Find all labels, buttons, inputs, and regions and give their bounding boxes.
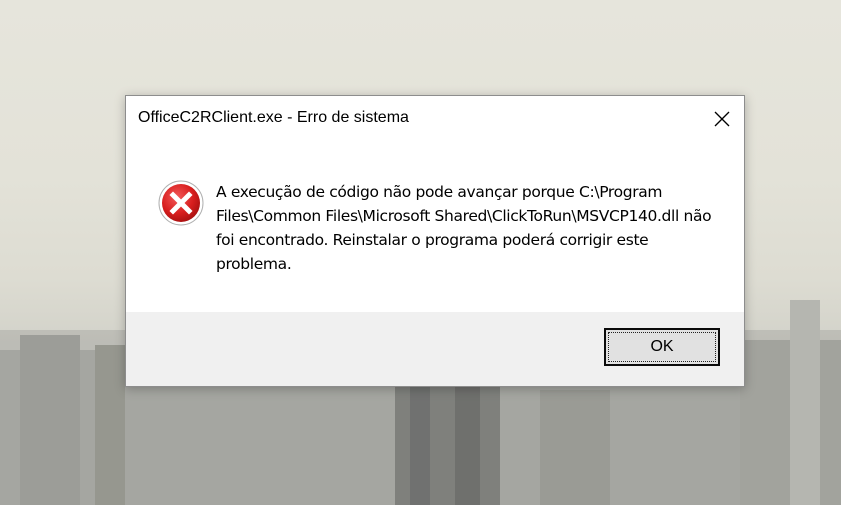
dialog-content: A execução de código não pode avançar po…: [126, 142, 744, 312]
title-bar[interactable]: OfficeC2RClient.exe - Erro de sistema: [126, 96, 744, 142]
close-icon: [714, 111, 730, 127]
dialog-footer: OK: [126, 312, 744, 386]
dialog-title: OfficeC2RClient.exe - Erro de sistema: [138, 109, 409, 126]
error-icon: [158, 180, 204, 226]
system-error-dialog: OfficeC2RClient.exe - Erro de sistema A …: [125, 95, 745, 387]
ok-button[interactable]: OK: [604, 328, 720, 366]
close-button[interactable]: [698, 96, 744, 142]
ok-button-label: OK: [608, 332, 716, 362]
error-message: A execução de código não pode avançar po…: [216, 183, 712, 273]
